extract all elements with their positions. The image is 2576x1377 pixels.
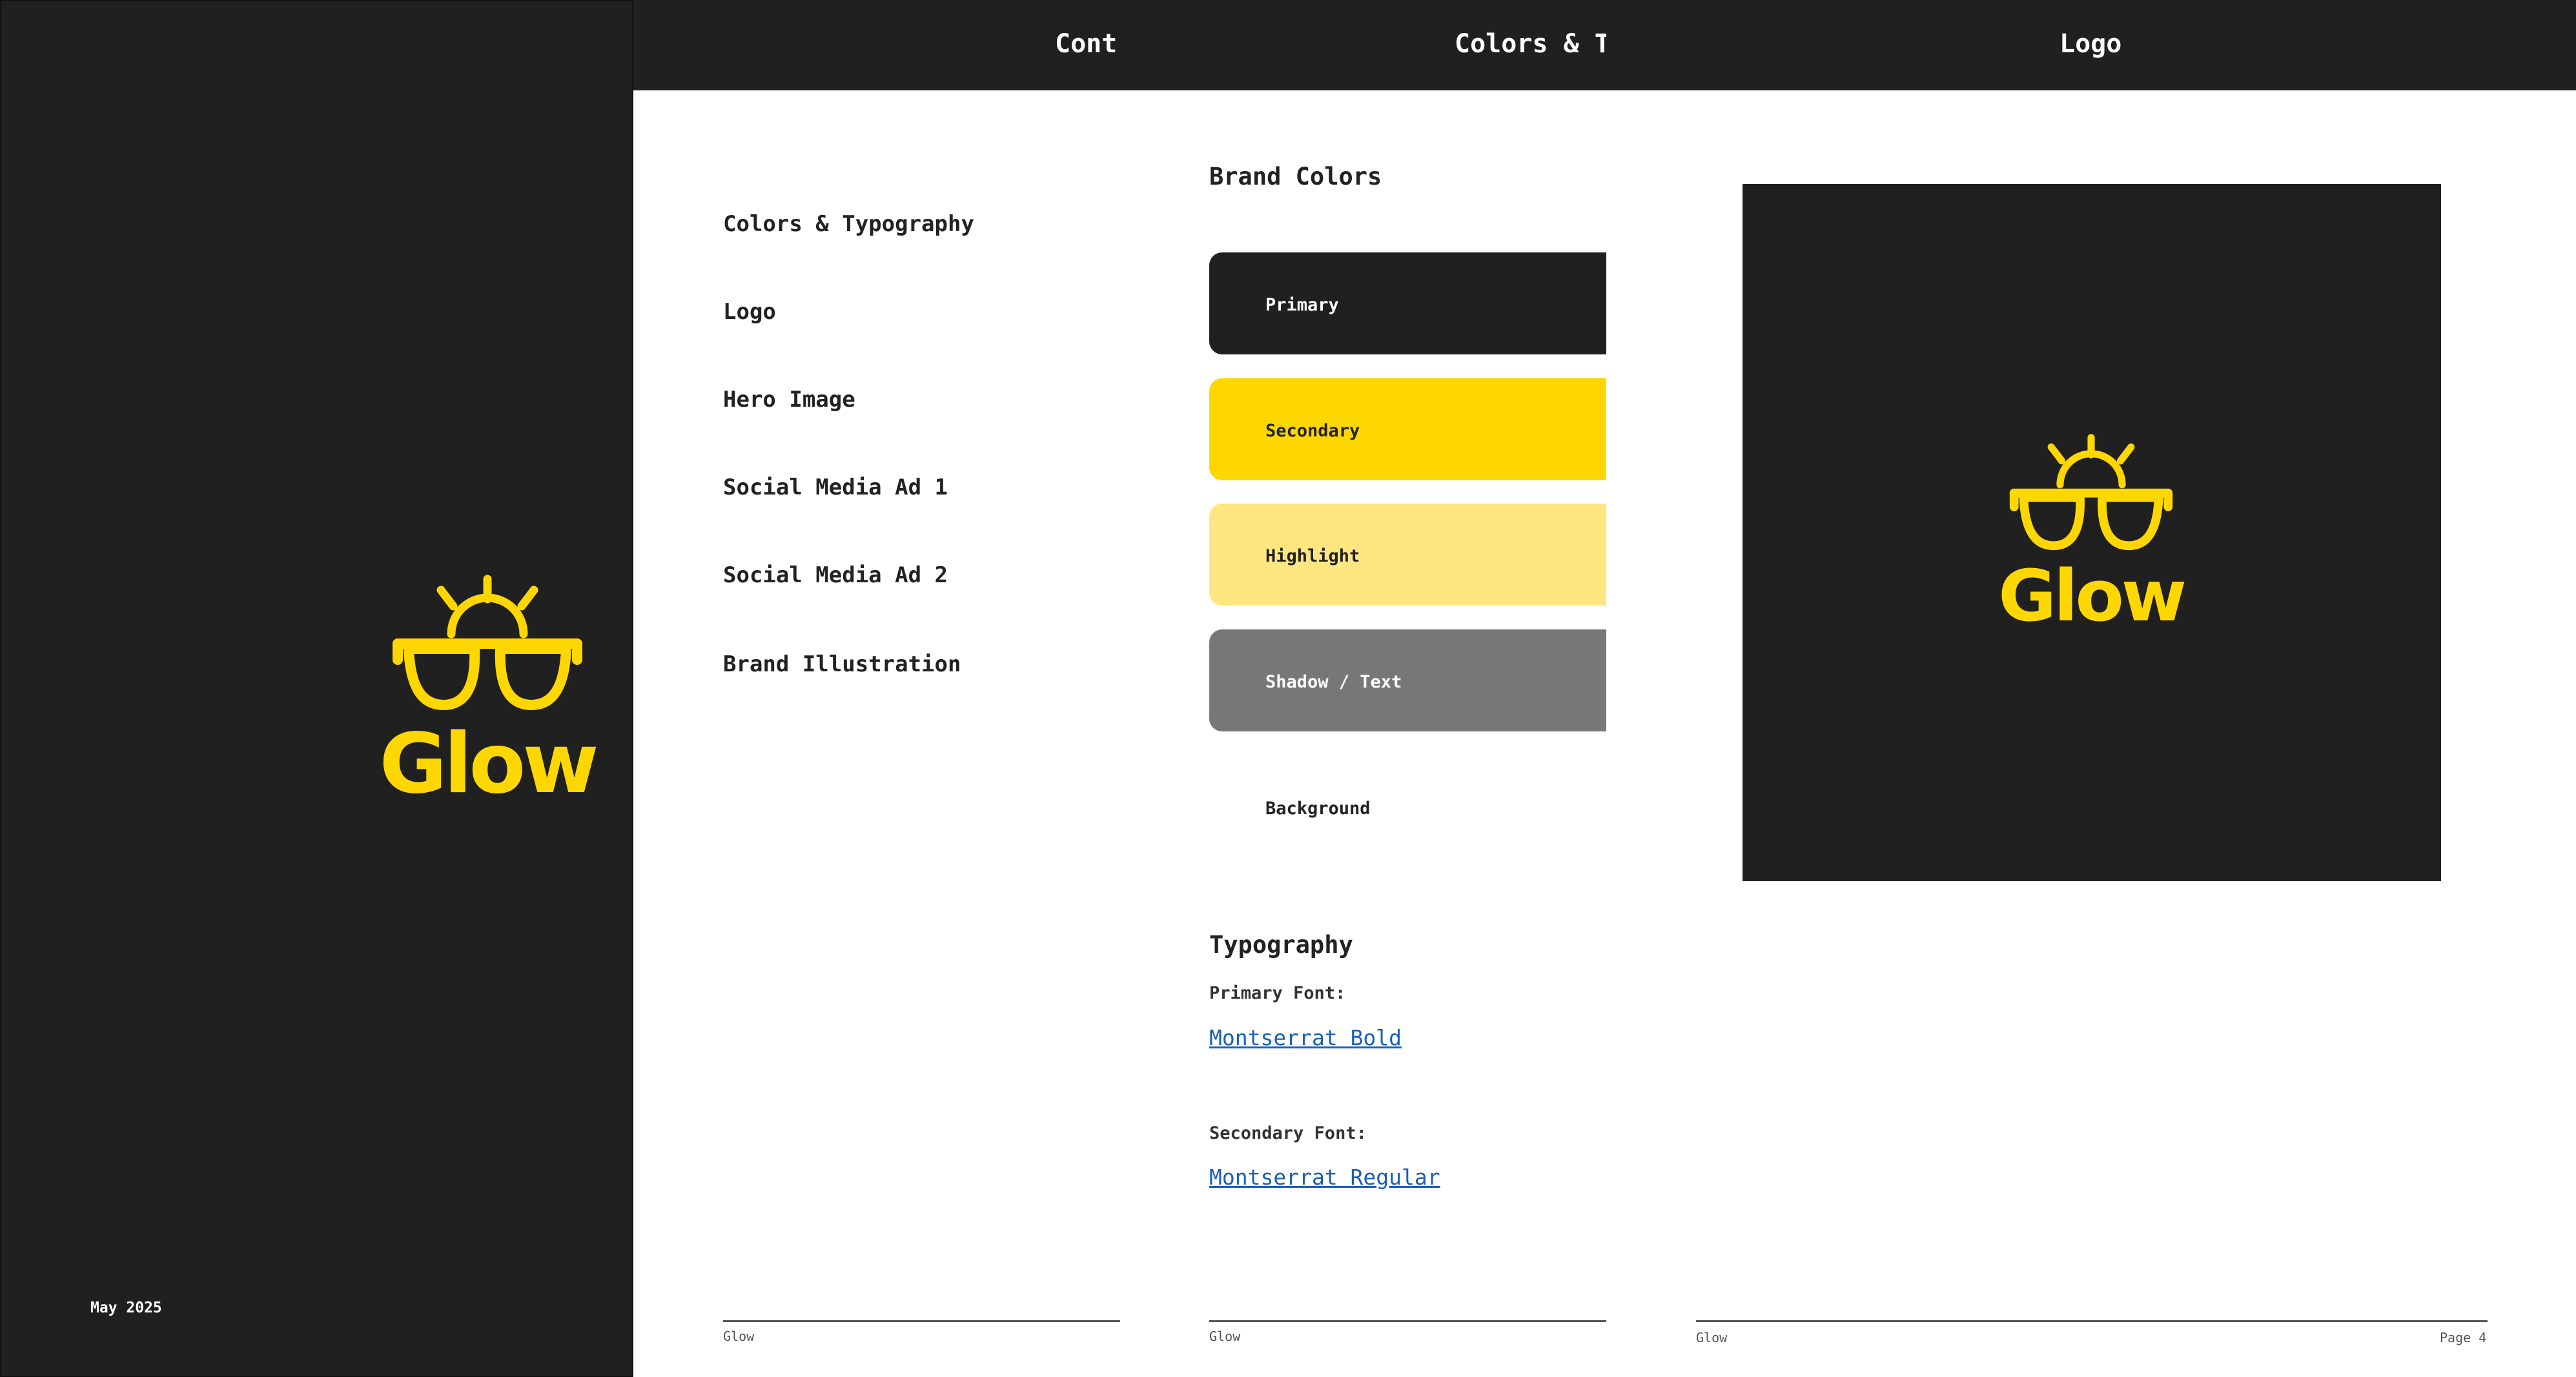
toc-item-social-media-ad-2[interactable]: Social Media Ad 2 — [723, 562, 948, 588]
footer-divider — [1696, 1320, 2488, 1322]
brand-colors-title: Brand Colors — [1209, 163, 1382, 190]
page-number: Page 4 — [2440, 1330, 2487, 1345]
colors-footer-text: Glow — [1209, 1329, 1241, 1344]
footer-divider — [1209, 1320, 1606, 1322]
swatch-background: Background — [1209, 756, 1606, 858]
contents-header: Cont — [633, 0, 1125, 90]
toc-item-colors-typography[interactable]: Colors & Typography — [723, 211, 974, 237]
swatch-primary: Primary — [1209, 252, 1606, 354]
colors-typography-page: Colors & T Brand Colors Primary Secondar… — [1125, 0, 1606, 1377]
primary-font-link[interactable]: Montserrat Bold — [1209, 1025, 1402, 1050]
secondary-font-link[interactable]: Montserrat Regular — [1209, 1165, 1440, 1190]
secondary-font-label: Secondary Font: — [1209, 1123, 1367, 1143]
cover-date: May 2025 — [90, 1300, 162, 1316]
swatch-shadow-text: Shadow / Text — [1209, 629, 1606, 731]
cover-brand-name: Glow — [379, 716, 596, 802]
glow-logo: Glow — [379, 575, 597, 802]
swatch-label: Secondary — [1265, 421, 1360, 441]
logo-panel: Glow — [1743, 184, 2441, 881]
contents-page: Cont Colors & Typography Logo Hero Image… — [633, 0, 1125, 1377]
toc-item-hero-image[interactable]: Hero Image — [723, 387, 855, 413]
contents-footer-text: Glow — [723, 1329, 755, 1344]
glow-logo: Glow — [1998, 434, 2185, 629]
swatch-label: Background — [1265, 799, 1371, 819]
logo-header: Logo — [1606, 0, 2576, 90]
toc-item-brand-illustration[interactable]: Brand Illustration — [723, 651, 961, 677]
primary-font-label: Primary Font: — [1209, 983, 1346, 1003]
logo-footer-text: Glow — [1696, 1330, 1728, 1345]
swatch-label: Highlight — [1265, 546, 1360, 566]
logo-page: Logo Glow Glow Page 4 — [1606, 0, 2576, 1377]
colors-header: Colors & T — [1125, 0, 1606, 90]
cover-page: Glow May 2025 — [0, 0, 633, 1377]
footer-divider — [723, 1320, 1120, 1322]
toc-item-logo[interactable]: Logo — [723, 299, 776, 325]
swatch-highlight: Highlight — [1209, 504, 1606, 606]
swatch-label: Primary — [1265, 295, 1339, 315]
colors-header-title: Colors & T — [1455, 29, 1606, 59]
logo-header-title: Logo — [2060, 29, 2122, 59]
contents-header-title: Cont — [1055, 29, 1118, 59]
typography-title: Typography — [1209, 931, 1353, 959]
toc-item-social-media-ad-1[interactable]: Social Media Ad 1 — [723, 474, 948, 500]
swatch-secondary: Secondary — [1209, 378, 1606, 480]
swatch-label: Shadow / Text — [1265, 672, 1402, 692]
logo-brand-name: Glow — [1998, 555, 2184, 629]
